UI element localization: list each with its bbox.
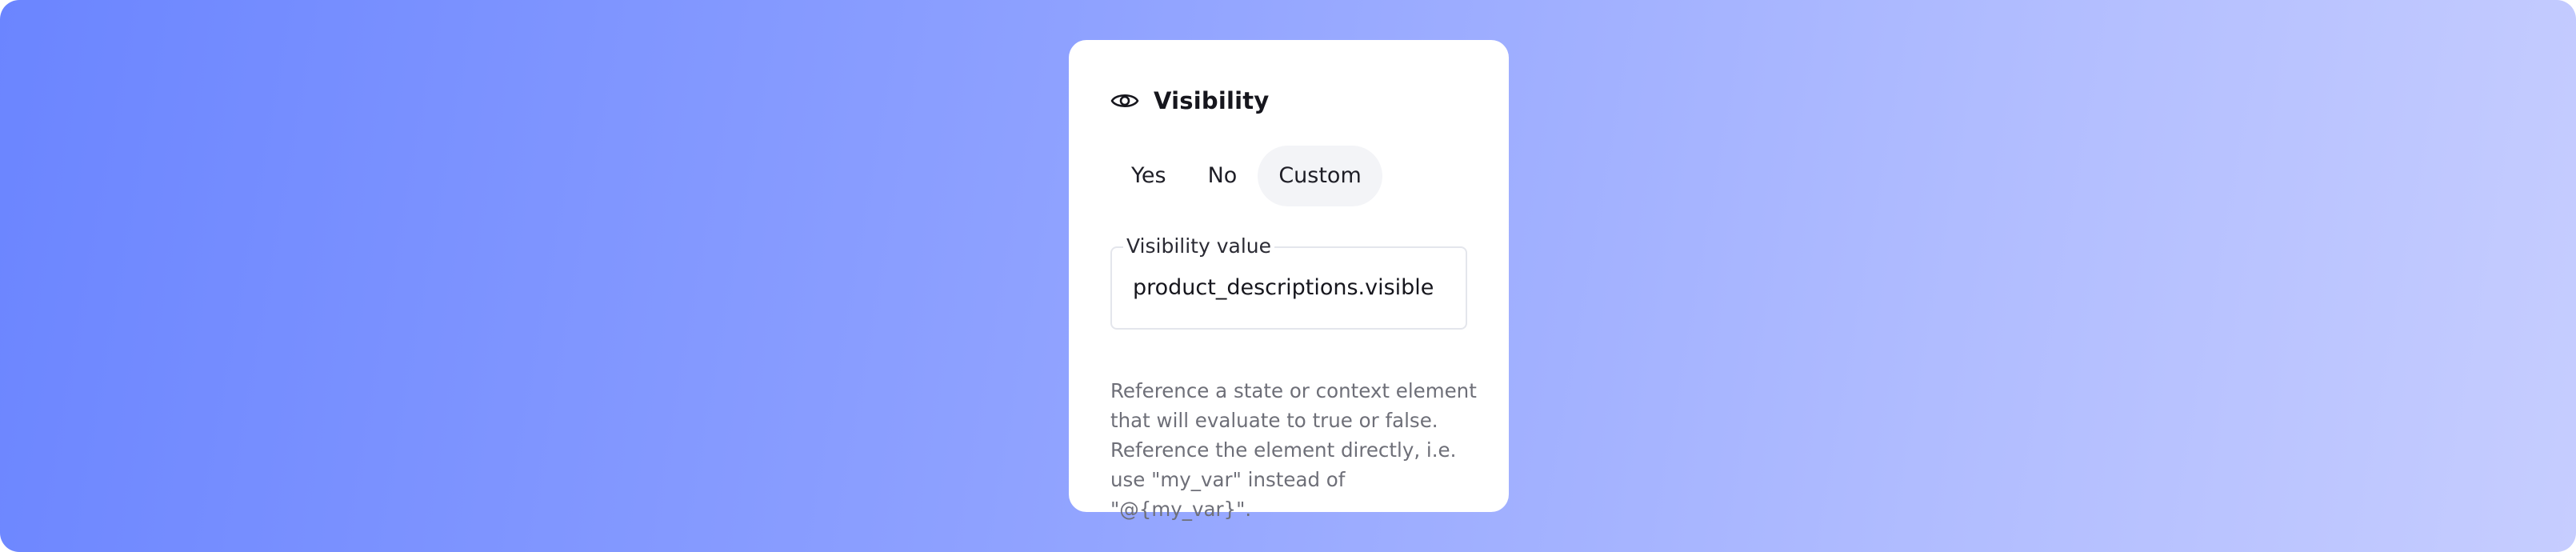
eye-icon — [1110, 94, 1139, 108]
segment-custom[interactable]: Custom — [1258, 146, 1382, 206]
help-text: Reference a state or context element tha… — [1110, 379, 1477, 521]
visibility-value-input[interactable] — [1133, 272, 1458, 304]
panel-header: Visibility — [1110, 83, 1269, 118]
segment-yes[interactable]: Yes — [1110, 146, 1187, 206]
visibility-value-field: Visibility value — [1110, 234, 1467, 330]
visibility-segmented-control: Yes No Custom — [1110, 146, 1382, 206]
visibility-value-label: Visibility value — [1123, 234, 1275, 259]
visibility-panel: Visibility Yes No Custom Visibility valu… — [1069, 40, 1509, 521]
segment-no[interactable]: No — [1187, 146, 1258, 206]
panel-title: Visibility — [1154, 87, 1270, 114]
background-canvas: Visibility Yes No Custom Visibility valu… — [0, 0, 2576, 552]
